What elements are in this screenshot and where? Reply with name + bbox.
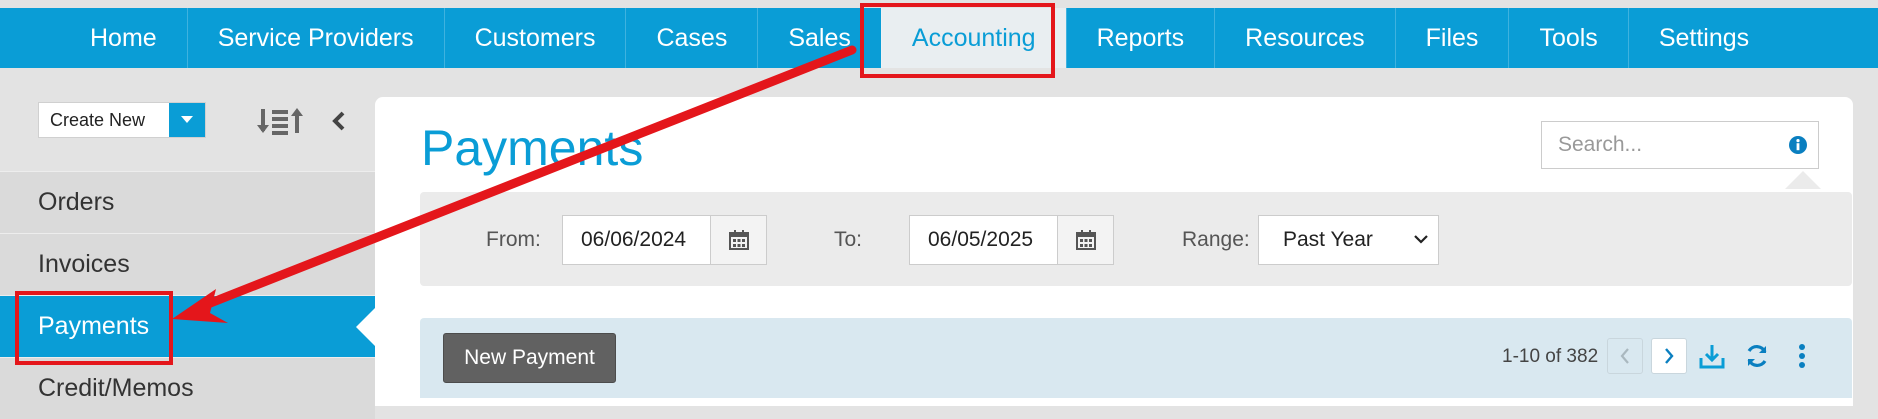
nav-service-providers[interactable]: Service Providers [186,8,444,68]
main-panel: Payments From: 06/06/2024 [375,97,1853,406]
table-header-strip [420,398,1852,406]
nav-files[interactable]: Files [1394,8,1509,68]
highlight-payments [15,291,173,365]
download-icon[interactable] [1697,340,1727,372]
nav-settings[interactable]: Settings [1627,8,1779,68]
search-input[interactable] [1542,122,1780,168]
sidebar-item-label: Invoices [38,250,130,278]
calendar-icon[interactable] [1058,216,1113,264]
info-icon[interactable] [1789,136,1807,154]
search-tooltip-pointer [1785,171,1821,189]
sidebar-item-label: Orders [38,188,115,216]
list-toolbar: New Payment 1-10 of 382 [420,318,1852,406]
nav-home[interactable]: Home [60,8,187,68]
page-title: Payments [421,120,644,176]
nav-resources[interactable]: Resources [1214,8,1395,68]
next-page-button[interactable] [1651,338,1687,374]
nav-reports[interactable]: Reports [1065,8,1215,68]
chevron-left-icon [1620,348,1629,364]
sort-icon[interactable] [256,106,306,136]
range-select[interactable]: Past Year [1258,215,1439,265]
highlight-accounting [860,3,1055,78]
from-date-field: 06/06/2024 [562,215,767,265]
refresh-icon[interactable] [1742,340,1772,372]
nav-customers[interactable]: Customers [443,8,626,68]
sidebar-item-label: Credit/Memos [38,374,194,402]
collapse-left-icon[interactable] [330,110,348,132]
create-new-label: Create New [50,109,146,130]
more-options-icon[interactable] [1787,340,1817,372]
prev-page-button[interactable] [1607,338,1643,374]
from-label: From: [486,228,541,251]
to-date-input[interactable]: 06/05/2025 [910,216,1058,264]
range-select-value: Past Year [1283,228,1373,251]
search-box [1541,121,1819,169]
active-pointer [356,307,375,346]
pager-range: 1-10 of 382 [1502,346,1599,367]
nav-tools[interactable]: Tools [1508,8,1627,68]
sidebar-item-orders[interactable]: Orders [0,171,375,233]
chevron-down-icon [1414,235,1428,244]
to-date-field: 06/05/2025 [909,215,1114,265]
chevron-right-icon [1665,348,1674,364]
new-payment-button[interactable]: New Payment [443,333,616,383]
range-label: Range: [1182,228,1250,251]
calendar-icon[interactable] [711,216,766,264]
nav-cases[interactable]: Cases [625,8,757,68]
to-label: To: [834,228,863,251]
from-date-input[interactable]: 06/06/2024 [563,216,711,264]
caret-down-icon[interactable] [169,103,205,137]
sidebar-item-credit-memos[interactable]: Credit/Memos [0,357,375,419]
create-new-dropdown[interactable]: Create New [38,102,206,138]
sidebar-item-invoices[interactable]: Invoices [0,233,375,295]
filter-bar: From: 06/06/2024 To: 06/05/2025 Range: P… [420,192,1852,286]
